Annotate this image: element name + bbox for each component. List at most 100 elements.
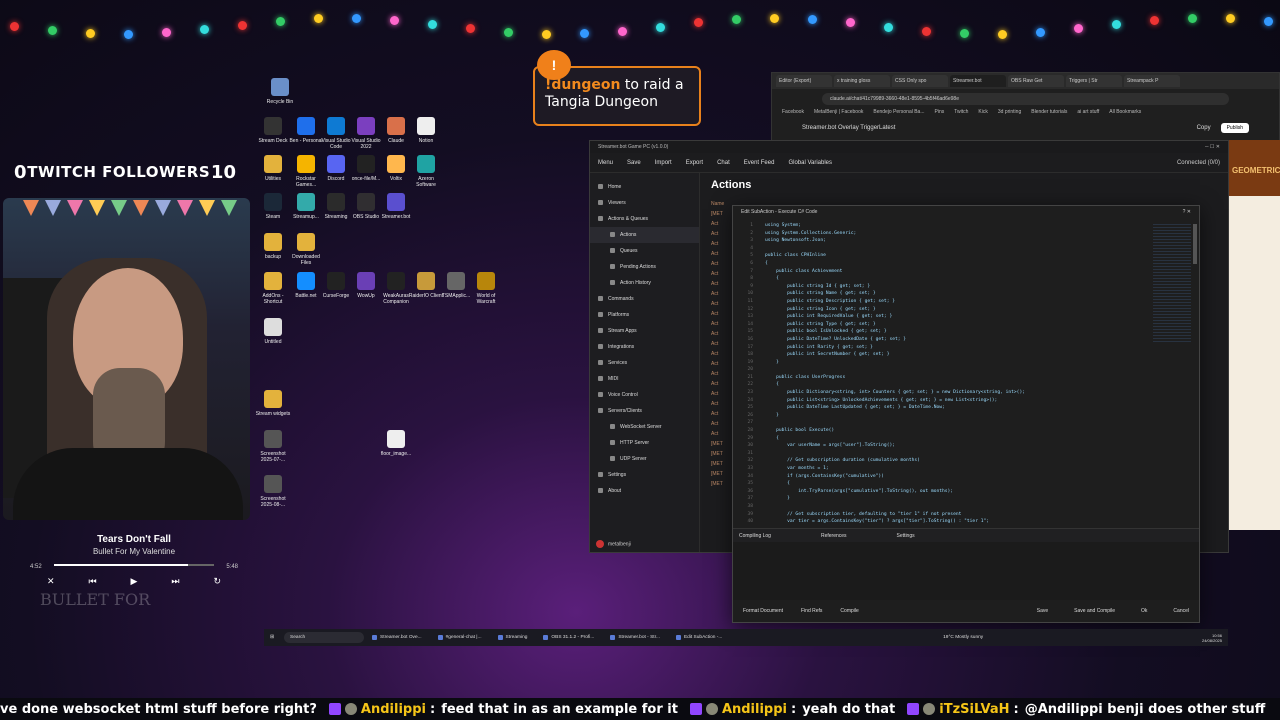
action-row[interactable]: Act bbox=[711, 291, 731, 301]
menu-item[interactable]: Event Feed bbox=[744, 160, 775, 166]
action-row[interactable]: Act bbox=[711, 251, 731, 261]
code-scrollbar[interactable] bbox=[1193, 224, 1197, 264]
action-row[interactable]: Act bbox=[711, 321, 731, 331]
browser-tab[interactable]: Streamer.bot bbox=[950, 75, 1006, 87]
action-row[interactable]: Act bbox=[711, 391, 731, 401]
action-row[interactable]: Act bbox=[711, 411, 731, 421]
action-row[interactable]: Act bbox=[711, 401, 731, 411]
desktop-icon[interactable]: Steam bbox=[255, 193, 291, 220]
sidebar-nav-item[interactable]: Queues bbox=[590, 243, 699, 259]
desktop-icon[interactable]: Utilities bbox=[255, 155, 291, 182]
desktop-icon[interactable]: World of Warcraft bbox=[468, 272, 504, 305]
editor-button[interactable]: Cancel bbox=[1173, 608, 1189, 614]
user-account[interactable]: metalbenji bbox=[596, 540, 631, 548]
action-row[interactable]: Act bbox=[711, 361, 731, 371]
action-row[interactable]: Act bbox=[711, 431, 731, 441]
sidebar-nav-item[interactable]: Action History bbox=[590, 275, 699, 291]
action-row[interactable]: Act bbox=[711, 241, 731, 251]
desktop-icon[interactable]: Stream widgets bbox=[255, 390, 291, 417]
previous-icon[interactable]: ⏮ bbox=[88, 576, 96, 587]
windows-start-icon[interactable]: ⊞ bbox=[270, 635, 274, 640]
play-icon[interactable]: ▶ bbox=[131, 576, 138, 587]
action-row[interactable]: Act bbox=[711, 341, 731, 351]
bookmark-link[interactable]: Twitch bbox=[954, 109, 968, 115]
sidebar-nav-item[interactable]: Platforms bbox=[590, 307, 699, 323]
bookmark-link[interactable]: Kick bbox=[978, 109, 987, 115]
desktop-icon[interactable]: Screenshot 2025-07-... bbox=[255, 430, 291, 463]
editor-button[interactable]: Ok bbox=[1141, 608, 1147, 614]
desktop-icon[interactable]: Notion bbox=[408, 117, 444, 144]
publish-button[interactable]: Publish bbox=[1220, 123, 1249, 133]
desktop-icon[interactable]: Untitled bbox=[255, 318, 291, 345]
dialog-controls[interactable]: ? ✕ bbox=[1183, 209, 1191, 215]
bookmark-link[interactable]: MetalBenji | Facebook bbox=[814, 109, 863, 115]
shuffle-icon[interactable]: ✕ bbox=[47, 576, 55, 587]
desktop-icon[interactable]: Stream Deck bbox=[255, 117, 291, 144]
taskbar-app[interactable]: Edit SubAction -... bbox=[675, 635, 722, 640]
menu-item[interactable]: Save bbox=[627, 160, 641, 166]
action-row[interactable]: Act bbox=[711, 231, 731, 241]
editor-button[interactable]: Save bbox=[1037, 608, 1048, 614]
editor-button[interactable]: Compile bbox=[840, 608, 858, 614]
menu-item[interactable]: Export bbox=[686, 160, 703, 166]
action-row[interactable]: [MET bbox=[711, 441, 731, 451]
browser-tab[interactable]: CSS Only spo bbox=[892, 75, 948, 87]
repeat-icon[interactable]: ↻ bbox=[213, 576, 221, 587]
sidebar-nav-item[interactable]: Integrations bbox=[590, 339, 699, 355]
version-select[interactable]: Latest bbox=[879, 125, 895, 131]
action-row[interactable]: Act bbox=[711, 281, 731, 291]
code-area[interactable]: 1 using System; 2 using System.Collections.… bbox=[739, 222, 1139, 526]
editor-button[interactable]: Find Refs bbox=[801, 608, 822, 614]
next-icon[interactable]: ⏭ bbox=[171, 576, 179, 587]
browser-tab[interactable]: x training gloss bbox=[834, 75, 890, 87]
sidebar-nav-item[interactable]: Pending Actions bbox=[590, 259, 699, 275]
bookmark-link[interactable]: Pins bbox=[935, 109, 945, 115]
address-bar[interactable]: claude.ai/chat/41c79989-3660-48e1-8595-4… bbox=[822, 93, 1229, 105]
browser-tab[interactable]: Streampack P bbox=[1124, 75, 1180, 87]
desktop-icon[interactable]: AddOns - Shortcut bbox=[255, 272, 291, 305]
sidebar-nav-item[interactable]: Actions & Queues bbox=[590, 211, 699, 227]
bookmark-link[interactable]: Bendejo Personal Ba... bbox=[873, 109, 924, 115]
action-row[interactable]: Act bbox=[711, 331, 731, 341]
browser-tab[interactable]: Editor (Export) bbox=[776, 75, 832, 87]
sidebar-nav-item[interactable]: WebSocket Server bbox=[590, 419, 699, 435]
taskbar-app[interactable]: Streamer.bot Ove... bbox=[372, 635, 422, 640]
sidebar-nav-item[interactable]: Servers/Clients bbox=[590, 403, 699, 419]
browser-tab[interactable]: OBS Raw Get bbox=[1008, 75, 1064, 87]
action-row[interactable]: [MET bbox=[711, 461, 731, 471]
action-row[interactable]: Act bbox=[711, 351, 731, 361]
action-row[interactable]: [MET bbox=[711, 481, 731, 491]
desktop-icon[interactable]: backup bbox=[255, 233, 291, 260]
action-row[interactable]: Act bbox=[711, 221, 731, 231]
bookmark-link[interactable]: Blender tutorials bbox=[1031, 109, 1067, 115]
action-row[interactable]: [MET bbox=[711, 471, 731, 481]
code-minimap[interactable] bbox=[1153, 224, 1191, 344]
sidebar-nav-item[interactable]: Viewers bbox=[590, 195, 699, 211]
menu-item[interactable]: Global Variables bbox=[788, 160, 832, 166]
bookmark-link[interactable]: 3d printing bbox=[998, 109, 1021, 115]
action-row[interactable]: Act bbox=[711, 301, 731, 311]
taskbar-app[interactable]: #general-chat |... bbox=[437, 635, 482, 640]
bookmark-link[interactable]: Facebook bbox=[782, 109, 804, 115]
sidebar-nav-item[interactable]: MIDI bbox=[590, 371, 699, 387]
desktop-icon[interactable]: Azeron Software bbox=[408, 155, 444, 188]
editor-tab[interactable]: Settings bbox=[897, 533, 915, 539]
sidebar-nav-item[interactable]: Actions bbox=[590, 227, 699, 243]
editor-button[interactable]: Save and Compile bbox=[1074, 608, 1115, 614]
desktop-icon[interactable]: Streamer.bot bbox=[378, 193, 414, 220]
editor-tab[interactable]: References bbox=[821, 533, 847, 539]
action-row[interactable]: [MET bbox=[711, 211, 731, 221]
action-row[interactable]: Act bbox=[711, 271, 731, 281]
taskbar-search[interactable]: Search bbox=[284, 632, 365, 643]
sidebar-nav-item[interactable]: Voice Control bbox=[590, 387, 699, 403]
sidebar-nav-item[interactable]: HTTP Server bbox=[590, 435, 699, 451]
desktop-icon[interactable]: Screenshot 2025-08-... bbox=[255, 475, 291, 508]
desktop-icon[interactable]: floor_image... bbox=[378, 430, 414, 457]
copy-button[interactable]: Copy bbox=[1197, 125, 1211, 131]
clock[interactable]: 10:56 24/08/2025 bbox=[1202, 633, 1222, 643]
action-row[interactable]: Act bbox=[711, 421, 731, 431]
menu-item[interactable]: Menu bbox=[598, 160, 613, 166]
action-row[interactable]: Act bbox=[711, 311, 731, 321]
sidebar-nav-item[interactable]: Services bbox=[590, 355, 699, 371]
action-row[interactable]: Act bbox=[711, 261, 731, 271]
